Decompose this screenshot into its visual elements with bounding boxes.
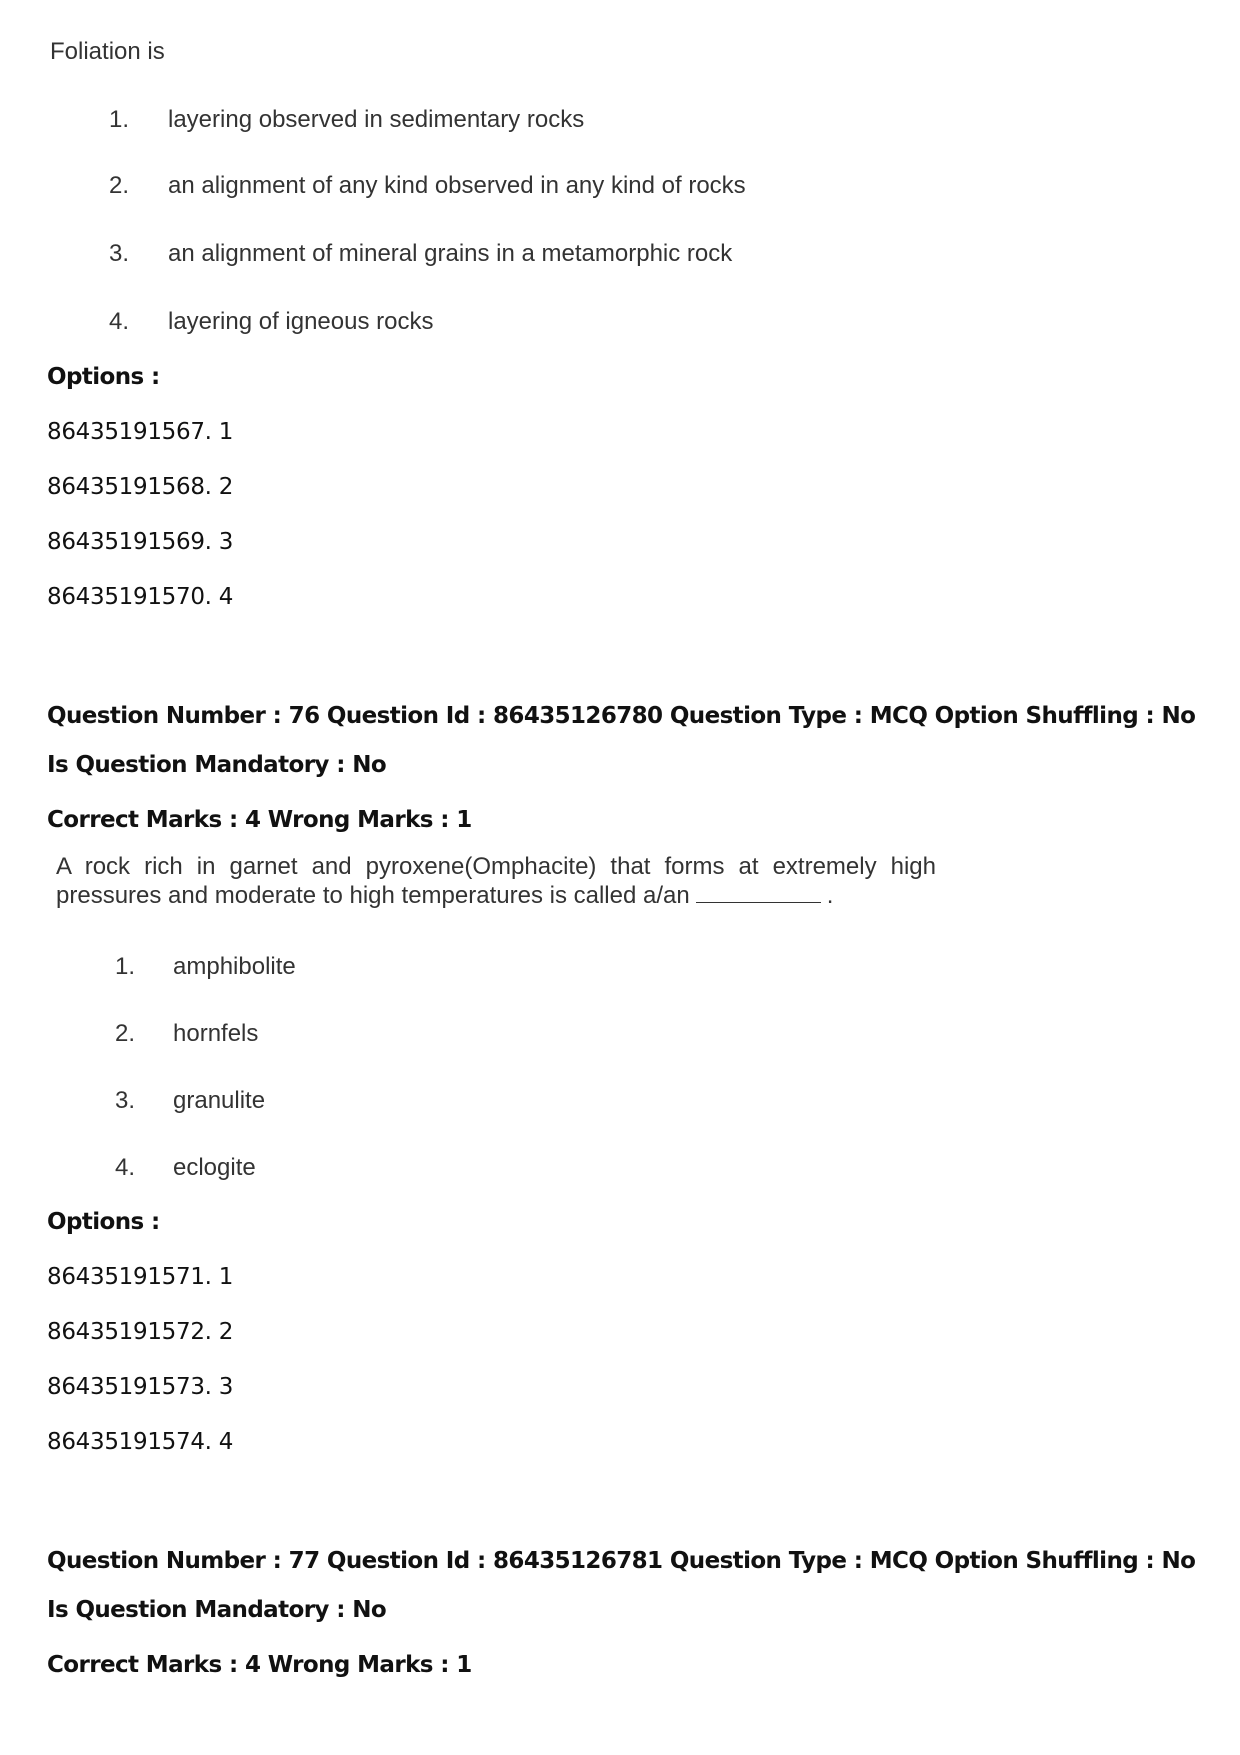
choice-number: 3.: [109, 240, 130, 267]
question-stem: Foliation is: [50, 38, 165, 65]
option-id: 86435191571. 1: [47, 1264, 234, 1290]
question-mandatory: Is Question Mandatory : No: [47, 752, 387, 778]
option-id: 86435191570. 4: [47, 584, 234, 610]
option-id: 86435191572. 2: [47, 1319, 234, 1345]
choice-number: 2.: [115, 1020, 136, 1047]
question-header: Question Number : 77 Question Id : 86435…: [47, 1548, 1196, 1574]
question-marks: Correct Marks : 4 Wrong Marks : 1: [47, 1652, 472, 1678]
option-id: 86435191568. 2: [47, 474, 234, 500]
question-header: Question Number : 76 Question Id : 86435…: [47, 703, 1196, 729]
option-id: 86435191569. 3: [47, 529, 234, 555]
choice-text: hornfels: [173, 1020, 259, 1047]
choice-number: 1.: [115, 953, 136, 980]
question-stem-line: A rock rich in garnet and pyroxene(Ompha…: [56, 853, 936, 880]
options-label: Options :: [47, 364, 160, 390]
choice-text: layering observed in sedimentary rocks: [168, 106, 585, 133]
options-label: Options :: [47, 1209, 160, 1235]
option-id: 86435191573. 3: [47, 1374, 234, 1400]
question-stem-line: pressures and moderate to high temperatu…: [56, 882, 690, 909]
choice-text: an alignment of mineral grains in a meta…: [168, 240, 733, 267]
question-marks: Correct Marks : 4 Wrong Marks : 1: [47, 807, 472, 833]
choice-number: 4.: [109, 308, 130, 335]
question-stem-end: .: [826, 882, 834, 909]
answer-blank: [695, 882, 821, 903]
question-mandatory: Is Question Mandatory : No: [47, 1597, 387, 1623]
option-id: 86435191567. 1: [47, 419, 234, 445]
choice-number: 3.: [115, 1087, 136, 1114]
choice-text: eclogite: [173, 1154, 256, 1181]
choice-text: an alignment of any kind observed in any…: [168, 172, 746, 199]
choice-number: 1.: [109, 106, 130, 133]
question-paper-page: Foliation is 1. layering observed in sed…: [0, 0, 1240, 1755]
question-stem: A rock rich in garnet and pyroxene(Ompha…: [56, 852, 936, 910]
choice-number: 4.: [115, 1154, 136, 1181]
choice-text: amphibolite: [173, 953, 296, 980]
choice-text: layering of igneous rocks: [168, 308, 434, 335]
choice-text: granulite: [173, 1087, 266, 1114]
option-id: 86435191574. 4: [47, 1429, 234, 1455]
choice-number: 2.: [109, 172, 130, 199]
